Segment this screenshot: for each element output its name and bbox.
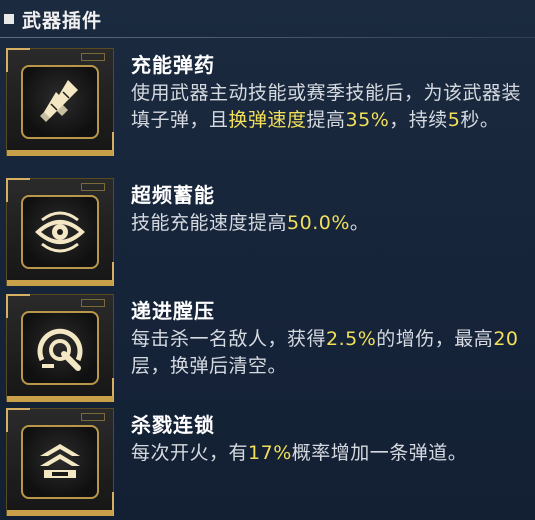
description-text: ，持续 [389,109,448,131]
perk-description: 每击杀一名敌人，获得2.5%的增伤，最高20 层，换弹后清空。 [131,326,526,380]
highlight-value: 35% [345,109,390,131]
perk-icon-frame [6,48,114,156]
section-header: 武器插件 [0,0,535,38]
highlight-value: 17% [248,442,292,464]
eye-charge-icon [35,211,85,253]
description-text: 每击杀一名敌人，获得 [131,328,327,350]
highlight-value: 50.0% [287,212,350,234]
perk-description: 每次开火，有17%概率增加一条弹道。 [131,440,526,467]
highlight-value: 2.5% [326,328,377,350]
highlight-value: 5 [447,109,461,131]
bullets-icon [40,80,78,122]
description-text: 技能充能速度提高 [131,212,288,234]
perk-item-1[interactable]: 充能弹药 使用武器主动技能或赛季技能后，为该武器装填子弹，且换弹速度提高35%，… [0,44,535,160]
perk-icon-frame [6,178,114,286]
perk-name: 杀戮连锁 [131,413,215,437]
section-title: 武器插件 [22,9,103,32]
description-text: 秒。 [460,109,500,131]
perk-item-4[interactable]: 杀戮连锁 每次开火，有17%概率增加一条弹道。 [0,404,535,520]
header-bullet [4,14,14,24]
perk-icon-frame [6,408,114,516]
description-text: 每次开火，有 [131,442,249,464]
pressure-gauge-icon [37,328,83,371]
description-text: 层，换弹后清空。 [131,355,288,377]
perk-description: 技能充能速度提高50.0%。 [131,210,526,237]
stacked-chevrons-icon [40,444,80,478]
header-divider [0,37,535,38]
perk-name: 超频蓄能 [131,183,215,207]
perk-name: 递进膛压 [131,299,215,323]
perk-icon-frame [6,294,114,402]
description-text: 提高 [306,109,346,131]
perk-name: 充能弹药 [131,53,215,77]
perk-item-2[interactable]: 超频蓄能 技能充能速度提高50.0%。 [0,174,535,290]
perk-description: 使用武器主动技能或赛季技能后，为该武器装填子弹，且换弹速度提高35%，持续5秒。 [131,80,526,134]
perk-item-3[interactable]: 递进膛压 每击杀一名敌人，获得2.5%的增伤，最高20 层，换弹后清空。 [0,290,535,406]
highlight-value: 换弹速度 [228,109,307,131]
highlight-value: 20 [493,328,519,350]
description-text: 。 [349,212,370,234]
description-text: 概率增加一条弹道。 [291,442,468,464]
description-text: 的增伤，最高 [376,328,494,350]
